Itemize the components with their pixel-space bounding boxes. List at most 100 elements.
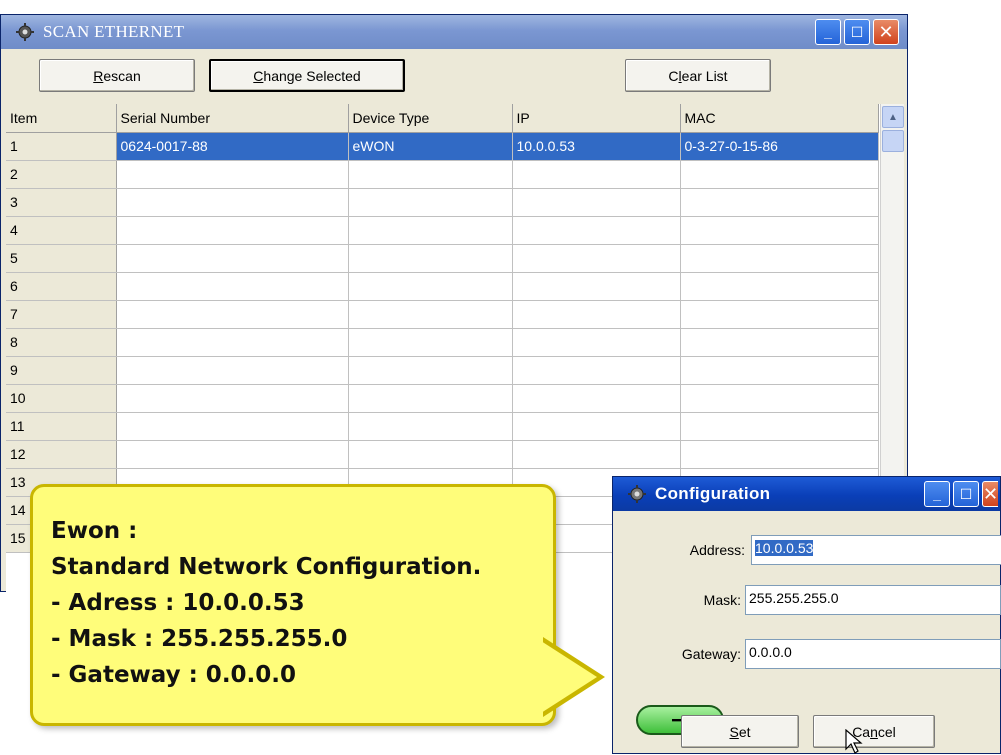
table-row[interactable]: 7: [6, 300, 879, 329]
row-number: 7: [6, 300, 117, 329]
rescan-mnemonic: R: [93, 67, 104, 84]
change-mnemonic: C: [253, 67, 264, 84]
row-number: 4: [6, 216, 117, 245]
mask-label: Mask:: [703, 592, 741, 608]
table-cell: [348, 244, 513, 273]
mask-row: Mask: 255.255.255.0: [613, 585, 1001, 615]
minimize-button[interactable]: _: [815, 19, 841, 45]
table-cell: [116, 188, 349, 217]
table-cell: [680, 300, 879, 329]
minimize-icon: _: [824, 24, 832, 40]
table-cell: [348, 412, 513, 441]
row-number: 2: [6, 160, 117, 189]
close-button[interactable]: ✕: [982, 481, 998, 507]
table-cell: [680, 328, 879, 357]
callout-line-4: - Mask : 255.255.255.0: [51, 626, 348, 652]
table-row[interactable]: 11: [6, 412, 879, 441]
minimize-button[interactable]: _: [924, 481, 950, 507]
gear-icon: [15, 22, 35, 42]
table-cell: [512, 216, 681, 245]
row-number: 1: [6, 132, 117, 161]
table-cell: [116, 244, 349, 273]
cancel-label-b: cel: [877, 723, 896, 740]
table-row[interactable]: 3: [6, 188, 879, 217]
table-row[interactable]: 4: [6, 216, 879, 245]
table-cell: [348, 188, 513, 217]
table-cell: [116, 356, 349, 385]
table-cell: [512, 412, 681, 441]
address-label: Address:: [689, 542, 745, 558]
table-cell: [512, 272, 681, 301]
row-number: 11: [6, 412, 117, 441]
minimize-icon: _: [933, 486, 941, 502]
table-row[interactable]: 6: [6, 272, 879, 301]
callout-line-3: - Adress : 10.0.0.53: [51, 590, 305, 616]
scroll-thumb[interactable]: [882, 130, 904, 152]
table-header-row: Item Serial Number Device Type IP MAC: [6, 104, 879, 133]
mask-input[interactable]: 255.255.255.0: [745, 585, 1001, 615]
gateway-row: Gateway: 0.0.0.0: [613, 639, 1001, 669]
callout-tail: [541, 641, 597, 713]
maximize-button[interactable]: ☐: [844, 19, 870, 45]
table-cell: [512, 384, 681, 413]
table-cell: [116, 328, 349, 357]
clear-label-b: ear List: [681, 67, 728, 84]
table-cell: [512, 328, 681, 357]
callout-line-5: - Gateway : 0.0.0.0: [51, 662, 297, 688]
table-cell: [116, 300, 349, 329]
table-row[interactable]: 5: [6, 244, 879, 273]
table-cell: [116, 216, 349, 245]
gateway-input[interactable]: 0.0.0.0: [745, 639, 1001, 669]
table-row[interactable]: 1 0624-0017-88 eWON 10.0.0.53 0-3-27-0-15-86: [6, 132, 879, 161]
set-button[interactable]: Set: [681, 715, 799, 748]
window-title: SCAN ETHERNET: [43, 22, 185, 41]
table-cell: [116, 412, 349, 441]
scan-ethernet-titlebar[interactable]: SCAN ETHERNET _ ☐ ✕: [1, 15, 907, 49]
close-icon: ✕: [982, 483, 999, 504]
column-header[interactable]: IP: [512, 104, 681, 133]
maximize-button[interactable]: ☐: [953, 481, 979, 507]
clear-label-a: C: [668, 67, 679, 84]
column-header[interactable]: MAC: [680, 104, 879, 133]
address-row: Address: 10.0.0.53: [613, 535, 1001, 565]
table-cell: [680, 216, 879, 245]
change-selected-button[interactable]: Change Selected: [209, 59, 405, 92]
rescan-button[interactable]: Rescan: [39, 59, 195, 92]
table-cell: [512, 244, 681, 273]
row-number: 9: [6, 356, 117, 385]
row-number: 8: [6, 328, 117, 357]
address-input[interactable]: 10.0.0.53: [751, 535, 1001, 565]
table-cell: [348, 216, 513, 245]
table-cell: [512, 188, 681, 217]
table-row[interactable]: 12: [6, 440, 879, 469]
table-cell: [116, 440, 349, 469]
gateway-label: Gateway:: [681, 646, 741, 662]
scroll-up-button[interactable]: ▲: [882, 106, 904, 128]
table-row[interactable]: 10: [6, 384, 879, 413]
table-cell: 0624-0017-88: [116, 132, 349, 161]
table-cell: [680, 160, 879, 189]
cancel-mnemonic: n: [870, 723, 878, 740]
column-header[interactable]: Device Type: [348, 104, 513, 133]
address-value: 10.0.0.53: [755, 540, 814, 556]
table-cell: [680, 244, 879, 273]
chevron-up-icon: ▲: [888, 111, 898, 123]
callout-line-1: Ewon :: [51, 518, 138, 544]
table-cell: [348, 272, 513, 301]
table-cell: 0-3-27-0-15-86: [680, 132, 879, 161]
close-icon: ✕: [878, 21, 894, 42]
table-cell: [116, 384, 349, 413]
table-row[interactable]: 9: [6, 356, 879, 385]
table-row[interactable]: 8: [6, 328, 879, 357]
column-header[interactable]: Item: [6, 104, 117, 133]
column-header[interactable]: Serial Number: [116, 104, 349, 133]
dialog-title: Configuration: [655, 484, 771, 503]
table-cell: [680, 412, 879, 441]
table-cell: [348, 300, 513, 329]
configuration-titlebar[interactable]: Configuration _ ☐ ✕: [613, 477, 1000, 511]
close-button[interactable]: ✕: [873, 19, 899, 45]
clear-list-button[interactable]: Cl ear List: [625, 59, 771, 92]
mouse-cursor-icon: [845, 729, 863, 754]
table-row[interactable]: 2: [6, 160, 879, 189]
cancel-button[interactable]: Ca n cel: [813, 715, 935, 748]
